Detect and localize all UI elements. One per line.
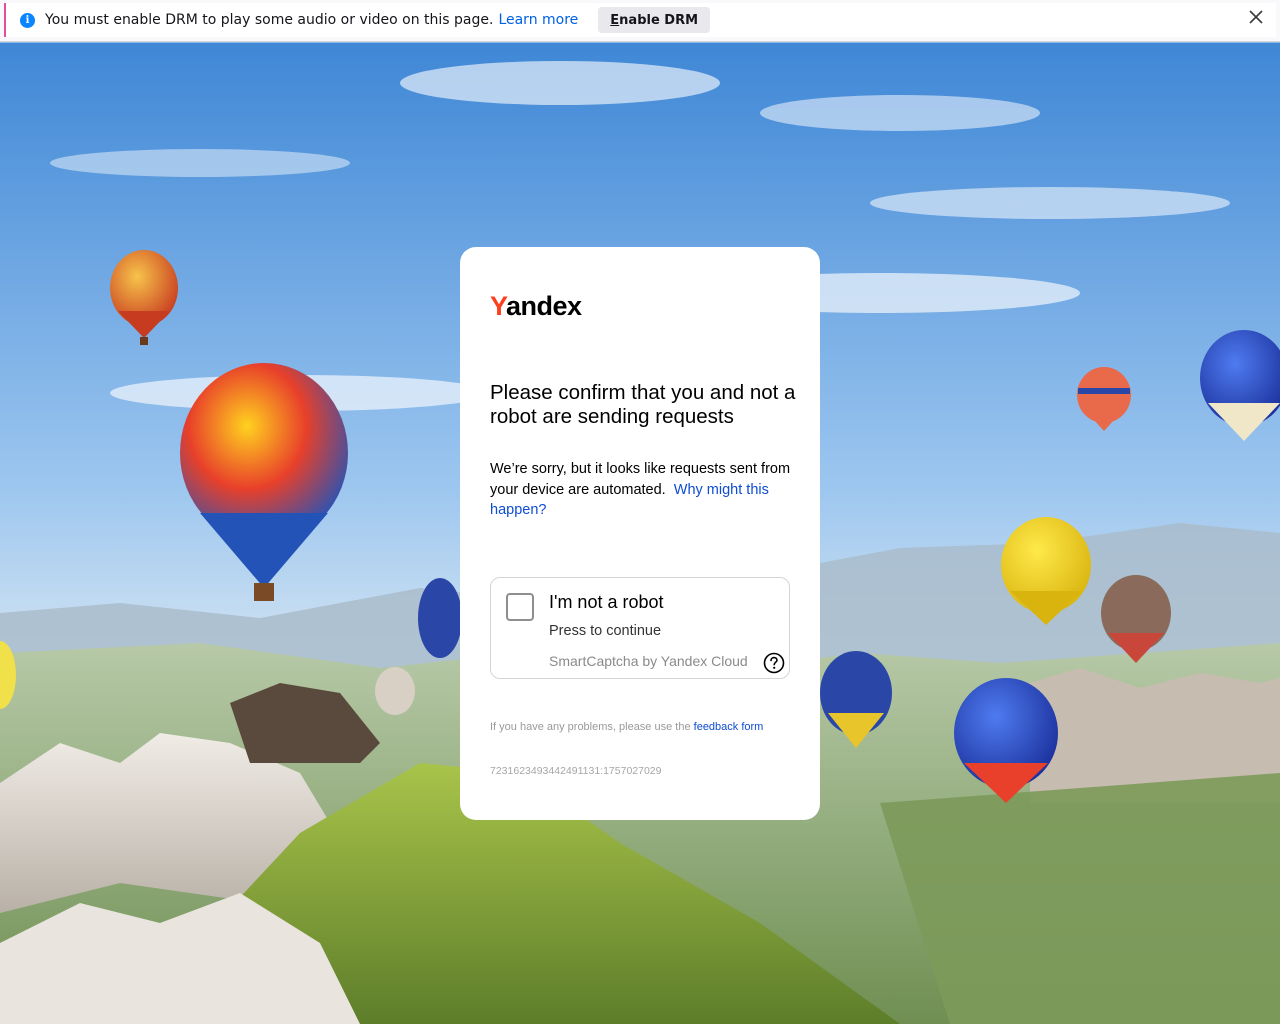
page-title: Please confirm that you and not a robot … xyxy=(490,381,796,428)
enable-drm-label: nable DRM xyxy=(619,12,699,28)
yandex-logo-y: Y xyxy=(490,291,507,321)
smartcaptcha-widget[interactable]: I'm not a robot Press to continue SmartC… xyxy=(490,577,790,679)
close-icon[interactable] xyxy=(1244,5,1268,29)
drm-message: You must enable DRM to play some audio o… xyxy=(45,12,494,28)
smartcaptcha-brand: SmartCaptcha by Yandex Cloud xyxy=(549,653,748,669)
feedback-note: If you have any problems, please use the… xyxy=(490,719,780,735)
enable-drm-button[interactable]: Enable DRM xyxy=(598,7,711,33)
drm-notification-inner: i You must enable DRM to play some audio… xyxy=(4,3,1276,37)
description: We’re sorry, but it looks like requests … xyxy=(490,459,800,521)
question-circle-icon[interactable] xyxy=(763,652,785,674)
learn-more-link[interactable]: Learn more xyxy=(498,12,578,28)
yandex-logo-rest: andex xyxy=(506,291,582,321)
captcha-card: Yandex Please confirm that you and not a… xyxy=(460,247,820,820)
request-id: 7231623493442491131:1757027029 xyxy=(490,765,662,777)
feedback-form-link[interactable]: feedback form xyxy=(694,721,764,733)
balloon-small-left xyxy=(375,667,415,715)
drm-notification-bar: i You must enable DRM to play some audio… xyxy=(0,0,1280,42)
balloon-blue-left-mid xyxy=(418,578,462,658)
enable-drm-accesskey: E xyxy=(610,12,620,28)
yandex-logo: Yandex xyxy=(490,291,582,322)
not-a-robot-checkbox[interactable] xyxy=(506,593,534,621)
feedback-note-text: If you have any problems, please use the xyxy=(490,721,691,733)
info-icon: i xyxy=(20,12,35,28)
not-a-robot-label: I'm not a robot xyxy=(549,592,664,612)
press-to-continue-label: Press to continue xyxy=(549,623,662,639)
